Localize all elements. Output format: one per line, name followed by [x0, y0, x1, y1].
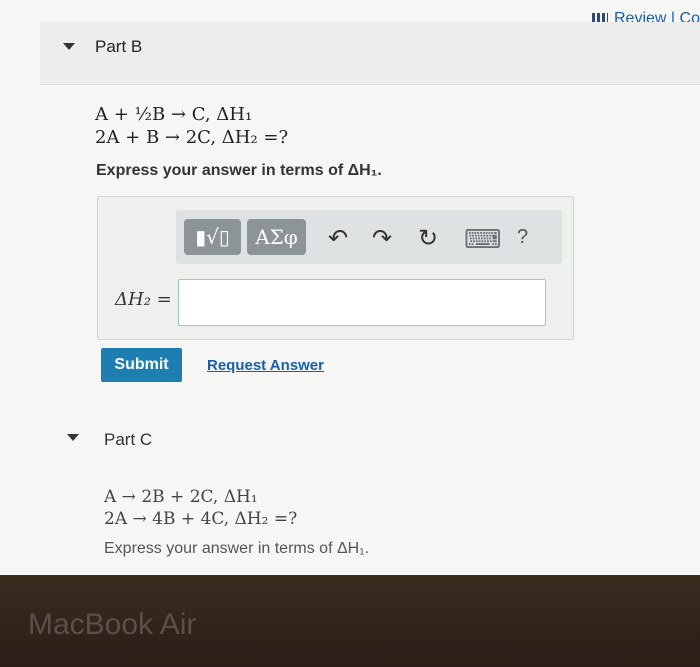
collapse-caret-icon[interactable] — [67, 434, 79, 441]
symbols-button[interactable]: ΑΣφ — [247, 219, 306, 255]
part-c-equation-1: A → 2B + 2C, ΔH₁ — [104, 487, 258, 507]
undo-icon[interactable]: ↶ — [328, 224, 348, 253]
part-b-equation-1: A + ½B → C, ΔH₁ — [95, 104, 253, 125]
help-icon[interactable]: ? — [517, 226, 528, 249]
redo-icon[interactable]: ↷ — [372, 224, 392, 253]
reset-icon[interactable]: ↻ — [418, 224, 438, 253]
template-button[interactable]: ▮√▯ — [184, 219, 241, 255]
macbook-logo: MacBook Air — [28, 608, 197, 641]
answer-label: ΔH₂ = — [115, 289, 172, 310]
submit-button[interactable]: Submit — [101, 348, 182, 382]
part-b-instruction: Express your answer in terms of ΔH₁. — [96, 162, 382, 179]
answer-input[interactable] — [178, 279, 546, 326]
part-b-title: Part B — [95, 37, 143, 56]
part-c-title: Part C — [104, 430, 153, 449]
request-answer-link[interactable]: Request Answer — [207, 357, 324, 374]
part-c-instruction: Express your answer in terms of ΔH₁. — [104, 540, 370, 557]
part-c-equation-2: 2A → 4B + 4C, ΔH₂ =? — [104, 509, 298, 529]
part-b-equation-2: 2A + B → 2C, ΔH₂ =? — [95, 127, 289, 148]
keyboard-icon[interactable]: ⌨ — [464, 224, 502, 255]
collapse-caret-icon[interactable] — [63, 43, 75, 50]
screen: Review | Co Part B A + ½B → C, ΔH₁ 2A + … — [0, 0, 700, 575]
